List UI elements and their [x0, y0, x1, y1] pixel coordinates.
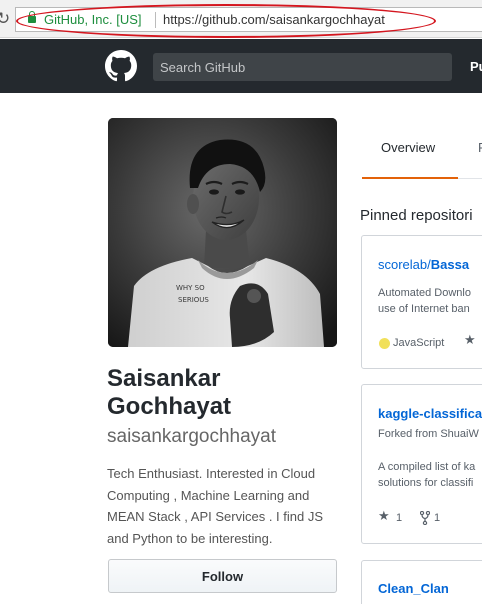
repo-name[interactable]: Bassa	[431, 257, 469, 272]
language-color-dot	[379, 338, 390, 349]
github-logo-icon[interactable]	[105, 50, 137, 82]
fork-icon[interactable]	[420, 511, 430, 525]
repo-link[interactable]: scorelab/Bassa	[378, 257, 469, 272]
profile-avatar[interactable]: WHY SO SERIOUS	[108, 118, 337, 347]
tab-repositories[interactable]: R	[478, 140, 482, 155]
repo-description-line2: use of Internet ban	[378, 303, 470, 315]
repo-description: A compiled list of ka	[378, 461, 476, 473]
pull-requests-link[interactable]: Pu	[470, 59, 482, 74]
repo-link[interactable]: Clean_Clan	[378, 581, 449, 596]
profile-full-name: Saisankar Gochhayat	[107, 365, 231, 421]
forked-from[interactable]: Forked from ShuaiW	[378, 426, 479, 442]
reload-icon[interactable]: ↻	[0, 9, 10, 29]
profile-username: saisankargochhayat	[107, 426, 276, 447]
browser-address-bar: ↻ GitHub, Inc. [US] https://github.com/s…	[0, 0, 482, 38]
repo-language: JavaScript	[393, 337, 445, 349]
star-icon[interactable]: ★	[378, 509, 390, 524]
tab-overview[interactable]: Overview	[362, 118, 458, 179]
search-box[interactable]	[153, 53, 452, 81]
pinned-repositories-heading: Pinned repositori	[360, 207, 473, 224]
repo-description: Automated Downlo	[378, 287, 471, 299]
svg-text:WHY SO: WHY SO	[176, 284, 205, 292]
search-input[interactable]	[153, 53, 452, 81]
pinned-repo-card: Clean_Clan	[361, 560, 482, 604]
svg-text:SERIOUS: SERIOUS	[178, 296, 209, 304]
pinned-repo-card: kaggle-classifica Forked from ShuaiW A c…	[361, 384, 482, 544]
name-line-2: Gochhayat	[107, 393, 232, 420]
avatar-photo-image: WHY SO SERIOUS	[108, 118, 337, 347]
repo-description-line2: solutions for classifi	[378, 477, 474, 489]
pinned-repo-card: scorelab/Bassa Automated Downlo use of I…	[361, 235, 482, 369]
star-icon[interactable]: ★	[464, 333, 476, 348]
profile-bio: Tech Enthusiast. Interested in Cloud Com…	[107, 466, 324, 546]
name-line-1: Saisankar	[107, 365, 221, 392]
github-header: Pu	[0, 39, 482, 93]
red-annotation-ellipse	[16, 4, 436, 38]
star-count[interactable]: 1	[396, 512, 402, 524]
repo-owner[interactable]: scorelab/	[378, 257, 431, 272]
repo-link[interactable]: kaggle-classifica	[378, 406, 482, 421]
tabs-divider	[458, 178, 482, 179]
follow-button[interactable]: Follow	[108, 559, 337, 593]
fork-count[interactable]: 1	[434, 512, 440, 524]
